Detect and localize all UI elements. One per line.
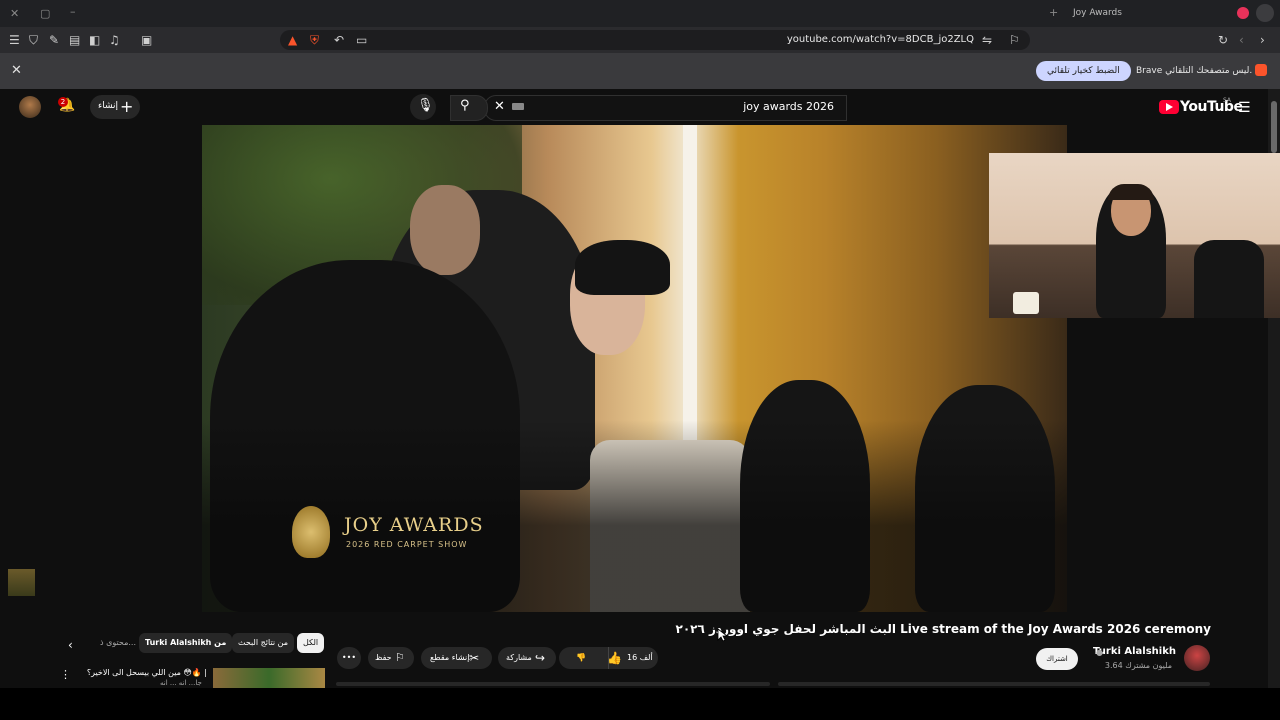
like-count[interactable]: 16 ألف: [627, 647, 653, 669]
like-icon[interactable]: 👍: [607, 647, 622, 669]
bookmark-save-icon: ⚐: [395, 651, 405, 664]
video-woman-hair: [575, 240, 670, 295]
like-dislike-group: 👍 👎 16 ألف: [559, 647, 658, 669]
profile-icon[interactable]: [1237, 7, 1249, 19]
reload-icon[interactable]: ↻: [1218, 33, 1228, 47]
video-overlay-title: JOY AWARDS: [344, 514, 484, 536]
subscribe-button[interactable]: اشتراك: [1036, 648, 1078, 670]
webcam-headset: [1108, 184, 1154, 200]
play-triangle-icon: [1166, 103, 1173, 111]
history-icon[interactable]: ▣: [141, 33, 152, 47]
brave-lion-icon: [1255, 64, 1267, 76]
video-person-head: [410, 185, 480, 275]
channel-name[interactable]: Turki Alalshikh: [1093, 646, 1176, 657]
chip-from-channel[interactable]: Turki Alalshikh من: [139, 633, 233, 653]
shield-icon[interactable]: ⛉: [29, 33, 38, 48]
bookmark-icon[interactable]: ⚐: [1009, 33, 1020, 47]
tab-favicon[interactable]: [1256, 4, 1274, 22]
more-actions-button[interactable]: •••: [337, 647, 361, 669]
tab-title[interactable]: Joy Awards: [1073, 8, 1122, 18]
mic-icon: 🎙: [417, 98, 434, 113]
share-page-icon[interactable]: ↶: [334, 33, 344, 47]
clip-label: إنشاء مقطع: [430, 653, 470, 662]
account-avatar[interactable]: [19, 96, 41, 118]
notification-count: 2: [58, 97, 68, 107]
clear-search-icon[interactable]: ✕: [494, 99, 505, 114]
music-icon[interactable]: ♫: [109, 33, 120, 47]
youtube-logo-text[interactable]: YouTube: [1180, 99, 1243, 115]
share-icon: ↪: [535, 651, 546, 665]
keyboard-icon[interactable]: [512, 103, 524, 110]
webcam-mug: [1013, 292, 1039, 314]
tabs-icon[interactable]: ▤: [69, 33, 80, 47]
infobar-message: Brave ليس متصفحك التلقائي.: [1136, 66, 1253, 76]
verified-icon: ●: [1096, 648, 1103, 657]
scissors-icon: ✂: [469, 651, 480, 665]
channel-avatar[interactable]: [1184, 645, 1210, 671]
menu-icon[interactable]: ☰: [9, 33, 20, 47]
joy-awards-emblem-icon: [292, 506, 330, 558]
chip-all[interactable]: الكل: [297, 633, 325, 653]
related-video-title[interactable]: مين اللي بيسحل الى الاخير؟ 😳🔥 |: [87, 668, 207, 677]
save-button[interactable]: ⚐ حفظ: [368, 647, 414, 669]
minimize-window-icon[interactable]: –: [70, 5, 76, 18]
region-code: SA: [1223, 97, 1232, 104]
new-tab-icon[interactable]: +: [1049, 6, 1058, 19]
related-video-subtitle: جا... انه ... انه: [160, 679, 202, 687]
brave-rewards-icon[interactable]: ▲: [288, 33, 297, 47]
subscriber-count: 3.64 مليون مشترك: [1104, 661, 1172, 670]
video-title: البث المباشر لحفل جوي اووردز ٢٠٢٦ Live s…: [675, 622, 1211, 636]
like-divider: [608, 647, 609, 669]
back-icon[interactable]: ‹: [1239, 33, 1244, 47]
chip-search-results[interactable]: من نتائج البحث: [232, 633, 295, 653]
chip-related[interactable]: محتوى ذ...: [94, 633, 142, 653]
related-video-thumbnail[interactable]: [213, 668, 325, 688]
description-placeholder-bar: [778, 682, 1210, 686]
video-overlay-subtitle: 2026 RED CARPET SHOW: [346, 540, 468, 549]
comment-placeholder-bar: [336, 682, 770, 686]
sidebar-icon[interactable]: ◧: [89, 33, 100, 47]
url-text[interactable]: youtube.com/watch?v=8DCB_jo2ZLQ: [787, 34, 974, 45]
dislike-icon[interactable]: 👎: [576, 647, 586, 669]
close-infobar-icon[interactable]: ✕: [11, 63, 22, 78]
set-default-button[interactable]: الضبط كخيار تلقائي: [1036, 61, 1131, 81]
share-button[interactable]: ↪ مشاركة: [498, 647, 556, 669]
brave-shield-icon[interactable]: ⛨: [310, 33, 319, 48]
share-label: مشاركة: [506, 653, 532, 662]
create-button[interactable]: + إنشاء: [90, 95, 140, 119]
chevron-left-icon[interactable]: ‹: [68, 638, 73, 652]
translate-icon[interactable]: ⇋: [982, 33, 992, 47]
close-window-icon[interactable]: ✕: [10, 7, 19, 20]
taskbar-area: [0, 688, 1280, 720]
forward-icon[interactable]: ›: [1260, 33, 1265, 47]
create-label: إنشاء: [98, 101, 119, 111]
search-query[interactable]: joy awards 2026: [743, 100, 834, 113]
mini-thumbnail[interactable]: [8, 569, 35, 596]
clip-button[interactable]: ✂ إنشاء مقطع: [421, 647, 492, 669]
related-more-icon[interactable]: ⋮: [60, 668, 71, 681]
restore-window-icon[interactable]: ▢: [40, 7, 50, 20]
more-icon: •••: [341, 653, 357, 662]
cast-icon[interactable]: ▭: [356, 33, 367, 47]
search-icon: ⚲: [460, 98, 470, 113]
save-label: حفظ: [375, 653, 392, 662]
video-crowd-shadow: [202, 420, 1067, 612]
scrollbar-thumb[interactable]: [1271, 101, 1277, 153]
webcam-chair: [1194, 240, 1264, 318]
rewards-icon[interactable]: ✎: [49, 33, 59, 47]
plus-icon: +: [120, 97, 134, 116]
mouse-cursor-icon: [717, 628, 727, 642]
